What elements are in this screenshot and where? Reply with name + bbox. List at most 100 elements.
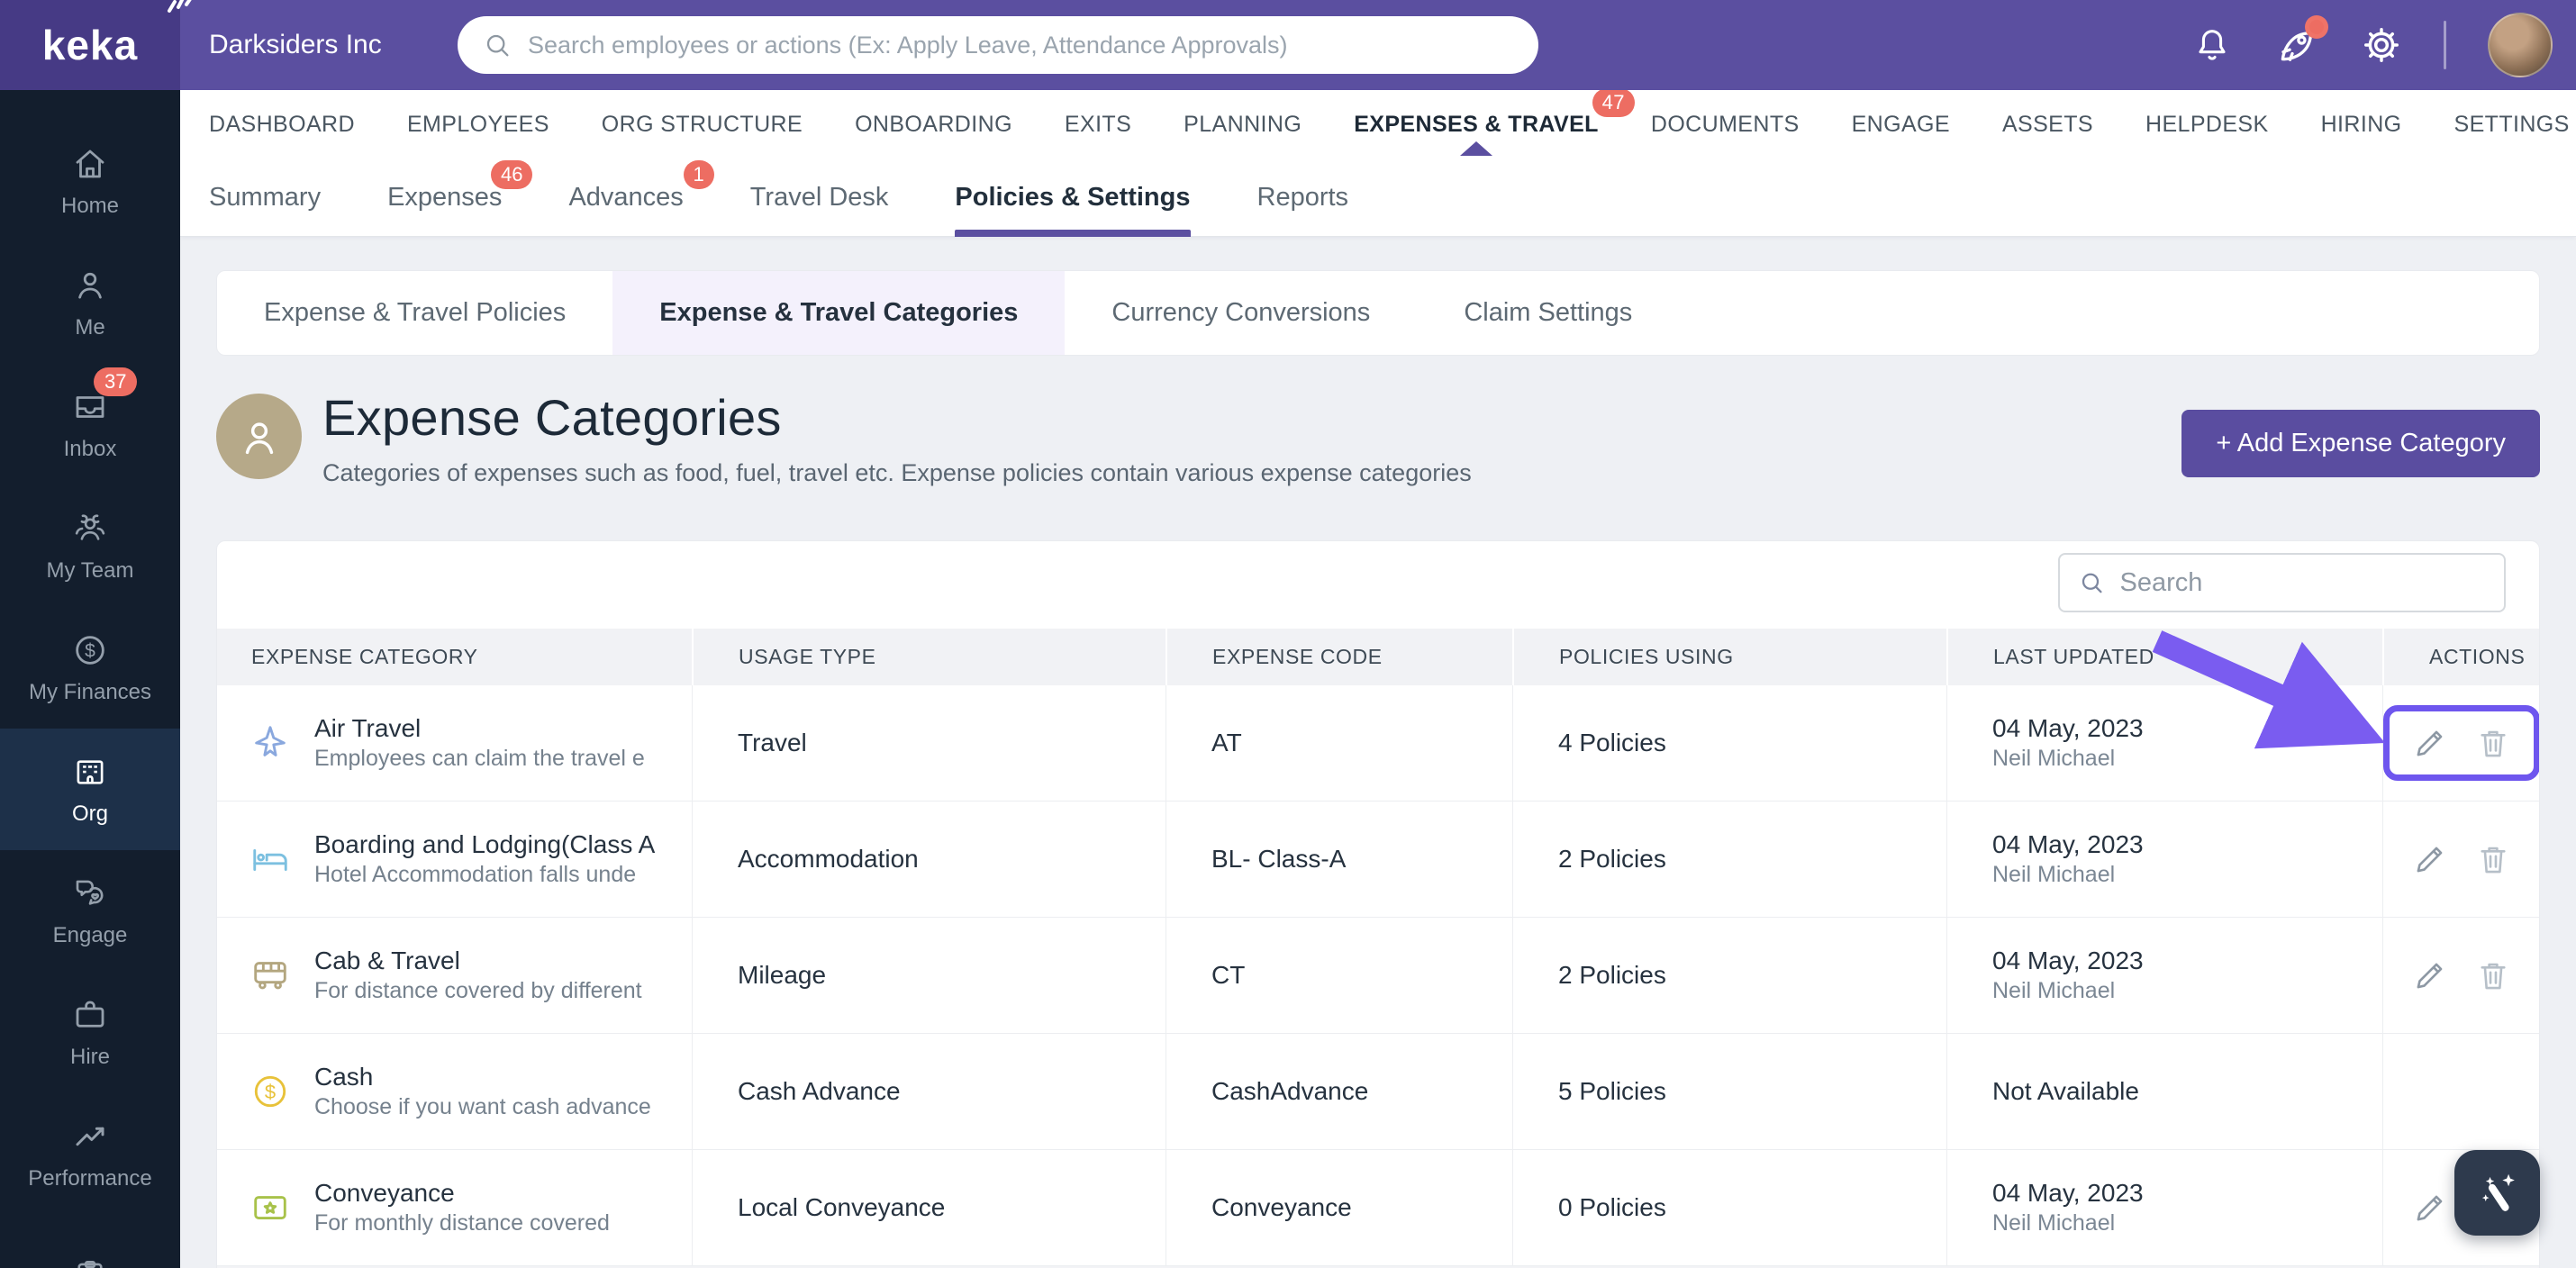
sidebar-item-me[interactable]: Me	[0, 242, 180, 364]
tab-documents[interactable]: DOCUMENTS	[1651, 112, 1800, 138]
subtab-advances[interactable]: Advances 1	[568, 158, 714, 237]
tab-dashboard[interactable]: DASHBOARD	[209, 112, 355, 138]
add-expense-category-button[interactable]: + Add Expense Category	[2181, 410, 2540, 477]
table-search[interactable]	[2058, 553, 2506, 612]
edit-icon[interactable]	[2411, 1189, 2449, 1227]
notification-dot	[2305, 15, 2328, 39]
delete-icon[interactable]	[2474, 724, 2512, 762]
highlighted-actions-box	[2383, 705, 2539, 781]
category-desc: For distance covered by different	[314, 978, 642, 1003]
last-updated-date: 04 May, 2023	[1992, 1179, 2144, 1207]
gear-icon	[2364, 28, 2399, 62]
col-policies-using: POLICIES USING	[1512, 629, 1946, 685]
advances-badge: 1	[683, 160, 714, 189]
global-search-input[interactable]	[528, 31, 1513, 59]
keka-logo[interactable]: keka	[0, 0, 192, 90]
table-row[interactable]: Conveyance For monthly distance covered …	[217, 1150, 2539, 1266]
category-name: Boarding and Lodging(Class A	[314, 830, 656, 858]
edit-icon[interactable]	[2411, 724, 2449, 762]
active-subtab-underline	[955, 230, 1191, 237]
sidebar-item-org[interactable]: Org	[0, 729, 180, 850]
table-row[interactable]: $ Cash Choose if you want cash advance C…	[217, 1034, 2539, 1150]
subtab-reports[interactable]: Reports	[1257, 158, 1349, 237]
sidebar-item-my-finances[interactable]: $ My Finances	[0, 607, 180, 729]
header-divider	[2444, 21, 2446, 69]
table-row[interactable]: Cab & Travel For distance covered by dif…	[217, 918, 2539, 1034]
col-expense-category: EXPENSE CATEGORY	[251, 645, 478, 668]
table-search-input[interactable]	[2119, 567, 2486, 598]
cash-icon: $	[254, 1075, 286, 1108]
subtab-travel-desk[interactable]: Travel Desk	[750, 158, 889, 237]
whats-new-button[interactable]	[2274, 15, 2328, 68]
page-icon-circle	[216, 394, 302, 479]
col-usage-type: USAGE TYPE	[692, 629, 1166, 685]
settings-button[interactable]	[2361, 24, 2402, 66]
notifications-button[interactable]	[2191, 24, 2233, 66]
usage-type: Travel	[692, 685, 1166, 801]
subtab-expenses[interactable]: Expenses 46	[387, 158, 533, 237]
tab-claim-settings[interactable]: Claim Settings	[1417, 271, 1679, 355]
dollar-icon: $	[76, 635, 104, 665]
sidebar-item-inbox[interactable]: 37 Inbox	[0, 364, 180, 485]
sidebar-item-engage[interactable]: Engage	[0, 850, 180, 972]
tab-expenses-travel[interactable]: EXPENSES & TRAVEL 47	[1354, 87, 1635, 156]
tab-expense-travel-policies[interactable]: Expense & Travel Policies	[217, 271, 612, 355]
inbox-badge: 37	[94, 367, 138, 396]
expense-code: AT	[1166, 685, 1512, 801]
expenses-travel-badge: 47	[1592, 87, 1635, 117]
tab-planning[interactable]: PLANNING	[1184, 112, 1302, 138]
tab-assets[interactable]: ASSETS	[2002, 112, 2093, 138]
svg-text:$: $	[85, 640, 95, 661]
tab-exits[interactable]: EXITS	[1065, 112, 1131, 138]
bed-icon	[253, 848, 287, 871]
tab-helpdesk[interactable]: HELPDESK	[2145, 112, 2269, 138]
tab-hiring[interactable]: HIRING	[2321, 112, 2402, 138]
tab-expense-travel-categories[interactable]: Expense & Travel Categories	[612, 271, 1066, 355]
sidebar-item-hire[interactable]: Hire	[0, 972, 180, 1093]
subtab-summary[interactable]: Summary	[209, 158, 321, 237]
delete-icon[interactable]	[2474, 956, 2512, 994]
main-content: Expense & Travel Policies Expense & Trav…	[180, 237, 2576, 1268]
sidebar-item-performance[interactable]: Performance	[0, 1093, 180, 1215]
expenses-badge: 46	[490, 160, 533, 189]
category-desc: Hotel Accommodation falls unde	[314, 862, 637, 887]
sidebar-item-my-team[interactable]: My Team	[0, 485, 180, 607]
tab-employees[interactable]: EMPLOYEES	[407, 112, 549, 138]
col-expense-code: EXPENSE CODE	[1166, 629, 1512, 685]
expense-code: CashAdvance	[1166, 1034, 1512, 1149]
page-title: Expense Categories	[322, 389, 782, 446]
global-search[interactable]	[458, 16, 1538, 74]
last-updated-date: 04 May, 2023	[1992, 830, 2144, 858]
policies-using: 5 Policies	[1512, 1034, 1946, 1149]
table-row[interactable]: Boarding and Lodging(Class A Hotel Accom…	[217, 802, 2539, 918]
ticket-icon	[254, 1196, 286, 1219]
expense-code: CT	[1166, 918, 1512, 1033]
top-header-bar: keka Darksiders Inc	[0, 0, 2576, 90]
sidebar-item-projects[interactable]	[0, 1215, 180, 1268]
tab-settings[interactable]: SETTINGS	[2454, 112, 2570, 138]
tab-onboarding[interactable]: ONBOARDING	[855, 112, 1012, 138]
tab-currency-conversions[interactable]: Currency Conversions	[1065, 271, 1417, 355]
table-row[interactable]: Air Travel Employees can claim the trave…	[217, 685, 2539, 802]
user-avatar[interactable]	[2488, 13, 2553, 77]
logo-sparks-icon	[168, 0, 192, 13]
categories-card: EXPENSE CATEGORY USAGE TYPE EXPENSE CODE…	[216, 540, 2540, 1268]
edit-icon[interactable]	[2411, 956, 2449, 994]
expense-code: BL- Class-A	[1166, 802, 1512, 917]
delete-icon[interactable]	[2474, 840, 2512, 878]
usage-type: Local Conveyance	[692, 1150, 1166, 1265]
magic-wand-button[interactable]	[2454, 1150, 2540, 1236]
category-desc: Employees can claim the travel e	[314, 746, 645, 771]
engage-chat-icon	[76, 880, 104, 905]
person-icon	[78, 272, 102, 299]
sidebar-item-home[interactable]: Home	[0, 121, 180, 242]
search-icon	[2082, 573, 2102, 593]
active-tab-indicator	[1460, 140, 1493, 156]
subtab-policies-settings[interactable]: Policies & Settings	[955, 158, 1191, 237]
tab-org-structure[interactable]: ORG STRUCTURE	[602, 112, 803, 138]
magic-wand-icon	[2481, 1173, 2515, 1211]
home-icon	[76, 149, 104, 177]
nav-band: DASHBOARD EMPLOYEES ORG STRUCTURE ONBOAR…	[180, 87, 2576, 237]
edit-icon[interactable]	[2411, 840, 2449, 878]
tab-engage[interactable]: ENGAGE	[1852, 112, 1950, 138]
